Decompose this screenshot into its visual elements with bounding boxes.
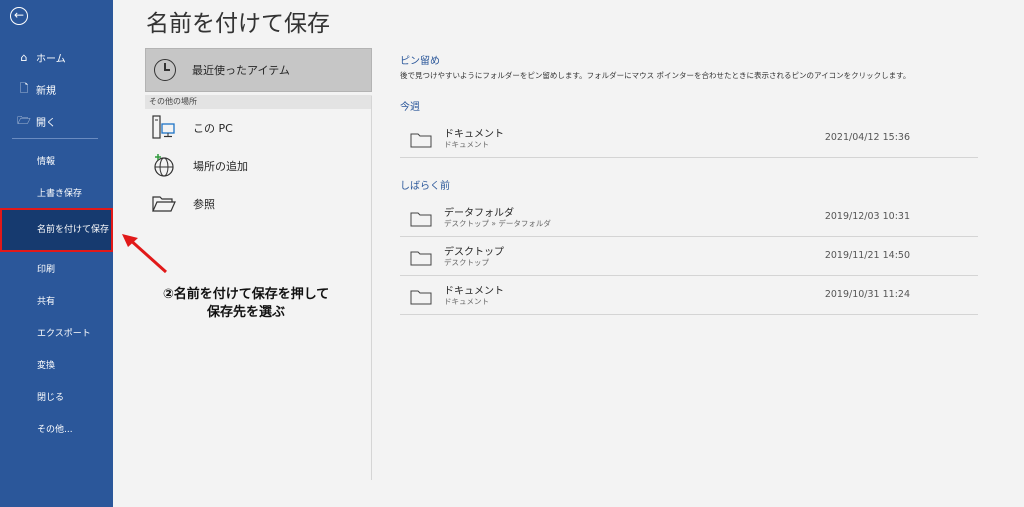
- sidebar-item-save-as[interactable]: 名前を付けて保存: [0, 208, 113, 252]
- folder-name: ドキュメント: [444, 286, 504, 297]
- sidebar-item-close[interactable]: 閉じる: [0, 380, 113, 412]
- sidebar-divider: [12, 138, 98, 139]
- sidebar-item-more[interactable]: その他...: [0, 412, 113, 444]
- annotation-arrow-icon: [122, 234, 168, 274]
- sidebar-item-transform[interactable]: 変換: [0, 348, 113, 380]
- folder-date: 2019/11/21 14:50: [824, 250, 910, 261]
- locations-panel: 最近使ったアイテム その他の場所 この PC 場所の追加 参照: [145, 48, 372, 223]
- folder-path: デスクトップ: [444, 258, 489, 267]
- folder-name: ドキュメント: [444, 129, 504, 140]
- sidebar-item-home[interactable]: ⌂ ホーム: [0, 41, 113, 73]
- folder-path: ドキュメント: [444, 140, 489, 149]
- sidebar-item-label: 開く: [36, 117, 56, 129]
- folder-entry[interactable]: データフォルダ デスクトップ » データフォルダ 2019/12/03 10:3…: [400, 198, 978, 237]
- sidebar-item-save[interactable]: 上書き保存: [0, 176, 113, 208]
- earlier-title: しばらく前: [400, 181, 450, 192]
- annotation-text: ②名前を付けて保存を押して 保存先を選ぶ: [136, 286, 356, 322]
- annotation-line-2: 保存先を選ぶ: [206, 305, 285, 320]
- clock-icon: [154, 59, 176, 81]
- folder-name: デスクトップ: [444, 247, 504, 258]
- sidebar-item-share[interactable]: 共有: [0, 284, 113, 316]
- this-week-title: 今週: [400, 102, 420, 113]
- pinned-title: ピン留め: [400, 56, 440, 67]
- folder-path: デスクトップ » データフォルダ: [444, 219, 551, 228]
- sidebar-item-print[interactable]: 印刷: [0, 252, 113, 284]
- sidebar-item-info[interactable]: 情報: [0, 144, 113, 176]
- sidebar-item-label: ホーム: [36, 53, 66, 65]
- open-folder-icon: 🗁: [17, 113, 31, 127]
- folder-date: 2019/12/03 10:31: [824, 211, 910, 222]
- sidebar-item-open[interactable]: 🗁 開く: [0, 105, 113, 137]
- sidebar-item-export[interactable]: エクスポート: [0, 316, 113, 348]
- folder-name: データフォルダ: [444, 208, 514, 219]
- home-icon: ⌂: [20, 50, 28, 64]
- location-add-place[interactable]: 場所の追加: [145, 147, 372, 185]
- panel-divider: [371, 96, 372, 480]
- folder-icon: [410, 251, 432, 266]
- folder-entry[interactable]: デスクトップ デスクトップ 2019/11/21 14:50: [400, 237, 978, 276]
- globe-add-icon: [154, 154, 174, 177]
- location-label: 場所の追加: [193, 160, 248, 173]
- sidebar-item-new[interactable]: 🗋 新規: [0, 73, 113, 105]
- location-browse[interactable]: 参照: [145, 185, 372, 223]
- location-label: 参照: [193, 198, 215, 211]
- folder-entry[interactable]: ドキュメント ドキュメント 2021/04/12 15:36: [400, 119, 978, 158]
- back-arrow-icon[interactable]: ←: [10, 7, 28, 25]
- recent-items-label: 最近使ったアイテム: [192, 64, 290, 77]
- recent-items-button[interactable]: 最近使ったアイテム: [145, 48, 372, 92]
- pinned-description: 後で見つけやすいようにフォルダーをピン留めします。フォルダーにマウス ポインター…: [400, 71, 911, 80]
- sidebar-item-label: 新規: [36, 85, 56, 97]
- pc-icon: [152, 115, 175, 139]
- page-title: 名前を付けて保存: [146, 11, 330, 37]
- other-locations-header: その他の場所: [145, 95, 372, 109]
- folder-date: 2021/04/12 15:36: [824, 132, 910, 143]
- annotation-line-1: ②名前を付けて保存を押して: [162, 287, 330, 302]
- backstage-sidebar: ← ⌂ ホーム 🗋 新規 🗁 開く 情報 上書き保存 名前を付けて保存 印刷 共有 エ…: [0, 0, 113, 507]
- folders-panel: ピン留め 後で見つけやすいようにフォルダーをピン留めします。フォルダーにマウス …: [400, 48, 978, 315]
- location-label: この PC: [193, 122, 233, 135]
- location-this-pc[interactable]: この PC: [145, 109, 372, 147]
- folder-path: ドキュメント: [444, 297, 489, 306]
- folder-entry[interactable]: ドキュメント ドキュメント 2019/10/31 11:24: [400, 276, 978, 315]
- folder-icon: [410, 212, 432, 227]
- open-folder-icon: [152, 196, 176, 212]
- new-document-icon: 🗋: [19, 81, 29, 95]
- folder-date: 2019/10/31 11:24: [824, 289, 910, 300]
- folder-icon: [410, 290, 432, 305]
- folder-icon: [410, 133, 432, 148]
